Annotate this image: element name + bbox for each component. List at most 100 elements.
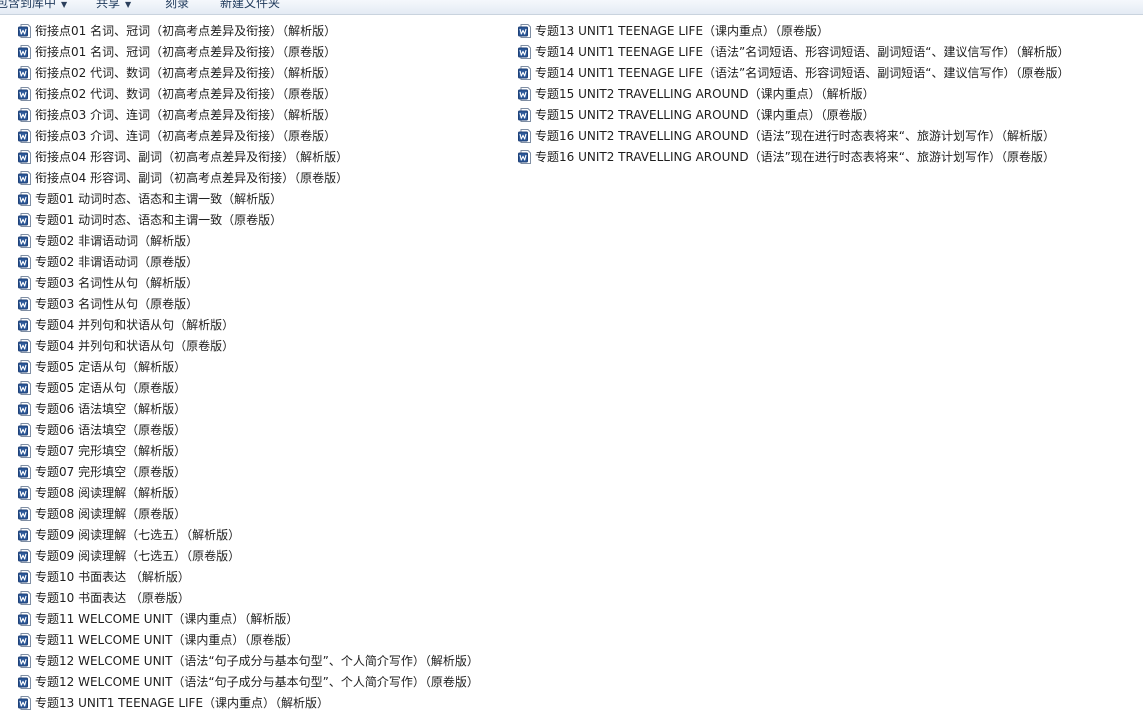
word-document-icon [18,401,31,416]
file-item[interactable]: 专题10 书面表达 （解析版） [18,566,479,587]
new-folder-button[interactable]: 新建文件夹 [220,0,280,11]
file-name: 专题08 阅读理解（解析版） [35,485,187,500]
file-item[interactable]: 专题10 书面表达 （原卷版） [18,587,479,608]
file-name: 专题01 动词时态、语态和主谓一致（解析版） [35,191,283,206]
word-document-icon [18,695,31,710]
file-item[interactable]: 专题15 UNIT2 TRAVELLING AROUND（课内重点）（解析版） [518,83,1069,104]
file-list: 衔接点01 名词、冠词（初高考点差异及衔接）（解析版） 衔接点01 名词、冠词（… [0,15,1143,724]
word-document-icon [18,149,31,164]
burn-button[interactable]: 刻录 [165,0,189,11]
file-item[interactable]: 专题02 非谓语动词（解析版） [18,230,479,251]
file-item[interactable]: 专题09 阅读理解（七选五）（原卷版） [18,545,479,566]
file-item[interactable]: 专题11 WELCOME UNIT（课内重点）（原卷版） [18,629,479,650]
include-in-library-button[interactable]: 包含到库中 ▼ [0,0,67,11]
file-item[interactable]: 衔接点02 代词、数词（初高考点差异及衔接）（解析版） [18,62,479,83]
file-name: 衔接点04 形容词、副词（初高考点差异及衔接）（原卷版） [35,170,349,185]
file-name: 专题12 WELCOME UNIT（语法“句子成分与基本句型”、个人简介写作）（… [35,653,479,668]
file-name: 专题05 定语从句（解析版） [35,359,187,374]
word-document-icon [18,506,31,521]
file-item[interactable]: 专题13 UNIT1 TEENAGE LIFE（课内重点）（解析版） [18,692,479,713]
word-document-icon [18,254,31,269]
word-document-icon [18,485,31,500]
file-item[interactable]: 专题12 WELCOME UNIT（语法“句子成分与基本句型”、个人简介写作）（… [18,650,479,671]
word-document-icon [18,233,31,248]
file-item[interactable]: 专题03 名词性从句（原卷版） [18,293,479,314]
file-name: 专题08 阅读理解（原卷版） [35,506,187,521]
file-item[interactable]: 专题04 并列句和状语从句（解析版） [18,314,479,335]
file-item[interactable]: 专题04 并列句和状语从句（原卷版） [18,335,479,356]
word-document-icon [18,65,31,80]
file-item[interactable]: 专题05 定语从句（原卷版） [18,377,479,398]
file-item[interactable]: 专题02 非谓语动词（原卷版） [18,251,479,272]
file-name: 专题14 UNIT1 TEENAGE LIFE（语法”名词短语、形容词短语、副词… [535,44,1070,59]
file-name: 专题14 UNIT1 TEENAGE LIFE（语法”名词短语、形容词短语、副词… [535,65,1070,80]
file-item[interactable]: 专题16 UNIT2 TRAVELLING AROUND（语法”现在进行时态表将… [518,125,1069,146]
file-item[interactable]: 专题14 UNIT1 TEENAGE LIFE（语法”名词短语、形容词短语、副词… [518,41,1069,62]
word-document-icon [518,128,531,143]
word-document-icon [18,380,31,395]
file-item[interactable]: 专题06 语法填空（原卷版） [18,419,479,440]
file-name: 专题03 名词性从句（原卷版） [35,296,199,311]
file-name: 专题15 UNIT2 TRAVELLING AROUND（课内重点）（原卷版） [535,107,875,122]
file-item[interactable]: 专题01 动词时态、语态和主谓一致（原卷版） [18,209,479,230]
file-item[interactable]: 专题15 UNIT2 TRAVELLING AROUND（课内重点）（原卷版） [518,104,1069,125]
file-name: 衔接点03 介词、连词（初高考点差异及衔接）（原卷版） [35,128,337,143]
file-item[interactable]: 专题05 定语从句（解析版） [18,356,479,377]
file-name: 衔接点02 代词、数词（初高考点差异及衔接）（解析版） [35,65,337,80]
file-item[interactable]: 专题12 WELCOME UNIT（语法“句子成分与基本句型”、个人简介写作）（… [18,671,479,692]
file-name: 专题11 WELCOME UNIT（课内重点）（解析版） [35,611,299,626]
file-item[interactable]: 专题03 名词性从句（解析版） [18,272,479,293]
file-item[interactable]: 专题06 语法填空（解析版） [18,398,479,419]
word-document-icon [18,86,31,101]
file-name: 专题02 非谓语动词（原卷版） [35,254,199,269]
word-document-icon [18,422,31,437]
word-document-icon [518,86,531,101]
word-document-icon [18,107,31,122]
file-item[interactable]: 专题09 阅读理解（七选五）（解析版） [18,524,479,545]
file-name: 专题03 名词性从句（解析版） [35,275,199,290]
chevron-down-icon: ▼ [61,0,68,9]
word-document-icon [18,653,31,668]
file-item[interactable]: 衔接点03 介词、连词（初高考点差异及衔接）（原卷版） [18,125,479,146]
word-document-icon [18,359,31,374]
file-item[interactable]: 专题13 UNIT1 TEENAGE LIFE（课内重点）（原卷版） [518,20,1069,41]
file-item[interactable]: 衔接点01 名词、冠词（初高考点差异及衔接）（原卷版） [18,41,479,62]
word-document-icon [18,569,31,584]
file-item[interactable]: 专题07 完形填空（原卷版） [18,461,479,482]
file-name: 专题04 并列句和状语从句（解析版） [35,317,235,332]
word-document-icon [18,527,31,542]
file-item[interactable]: 衔接点02 代词、数词（初高考点差异及衔接）（原卷版） [18,83,479,104]
word-document-icon [18,275,31,290]
word-document-icon [18,44,31,59]
file-item[interactable]: 专题11 WELCOME UNIT（课内重点）（解析版） [18,608,479,629]
file-item[interactable]: 衔接点04 形容词、副词（初高考点差异及衔接）（原卷版） [18,167,479,188]
file-name: 衔接点01 名词、冠词（初高考点差异及衔接）（解析版） [35,23,337,38]
share-button[interactable]: 共享 ▼ [96,0,131,11]
word-document-icon [18,128,31,143]
file-name: 专题02 非谓语动词（解析版） [35,233,199,248]
file-name: 专题10 书面表达 （原卷版） [35,590,190,605]
file-item[interactable]: 专题08 阅读理解（原卷版） [18,503,479,524]
file-item[interactable]: 专题01 动词时态、语态和主谓一致（解析版） [18,188,479,209]
file-item[interactable]: 专题16 UNIT2 TRAVELLING AROUND（语法”现在进行时态表将… [518,146,1069,167]
word-document-icon [18,611,31,626]
file-item[interactable]: 衔接点04 形容词、副词（初高考点差异及衔接）（解析版） [18,146,479,167]
burn-label: 刻录 [165,0,190,10]
file-list-column-1: 衔接点01 名词、冠词（初高考点差异及衔接）（解析版） 衔接点01 名词、冠词（… [18,20,479,713]
file-name: 专题13 UNIT1 TEENAGE LIFE（课内重点）（解析版） [35,695,330,710]
word-document-icon [18,590,31,605]
file-item[interactable]: 专题08 阅读理解（解析版） [18,482,479,503]
file-name: 专题09 阅读理解（七选五）（解析版） [35,527,241,542]
file-name: 专题13 UNIT1 TEENAGE LIFE（课内重点）（原卷版） [535,23,830,38]
file-item[interactable]: 衔接点03 介词、连词（初高考点差异及衔接）（解析版） [18,104,479,125]
file-item[interactable]: 衔接点01 名词、冠词（初高考点差异及衔接）（解析版） [18,20,479,41]
file-item[interactable]: 专题14 UNIT1 TEENAGE LIFE（语法”名词短语、形容词短语、副词… [518,62,1069,83]
word-document-icon [18,191,31,206]
file-name: 专题10 书面表达 （解析版） [35,569,190,584]
file-name: 衔接点02 代词、数词（初高考点差异及衔接）（原卷版） [35,86,337,101]
file-name: 专题05 定语从句（原卷版） [35,380,187,395]
file-name: 专题16 UNIT2 TRAVELLING AROUND（语法”现在进行时态表将… [535,128,1056,143]
file-name: 专题01 动词时态、语态和主谓一致（原卷版） [35,212,283,227]
file-item[interactable]: 专题07 完形填空（解析版） [18,440,479,461]
word-document-icon [18,170,31,185]
